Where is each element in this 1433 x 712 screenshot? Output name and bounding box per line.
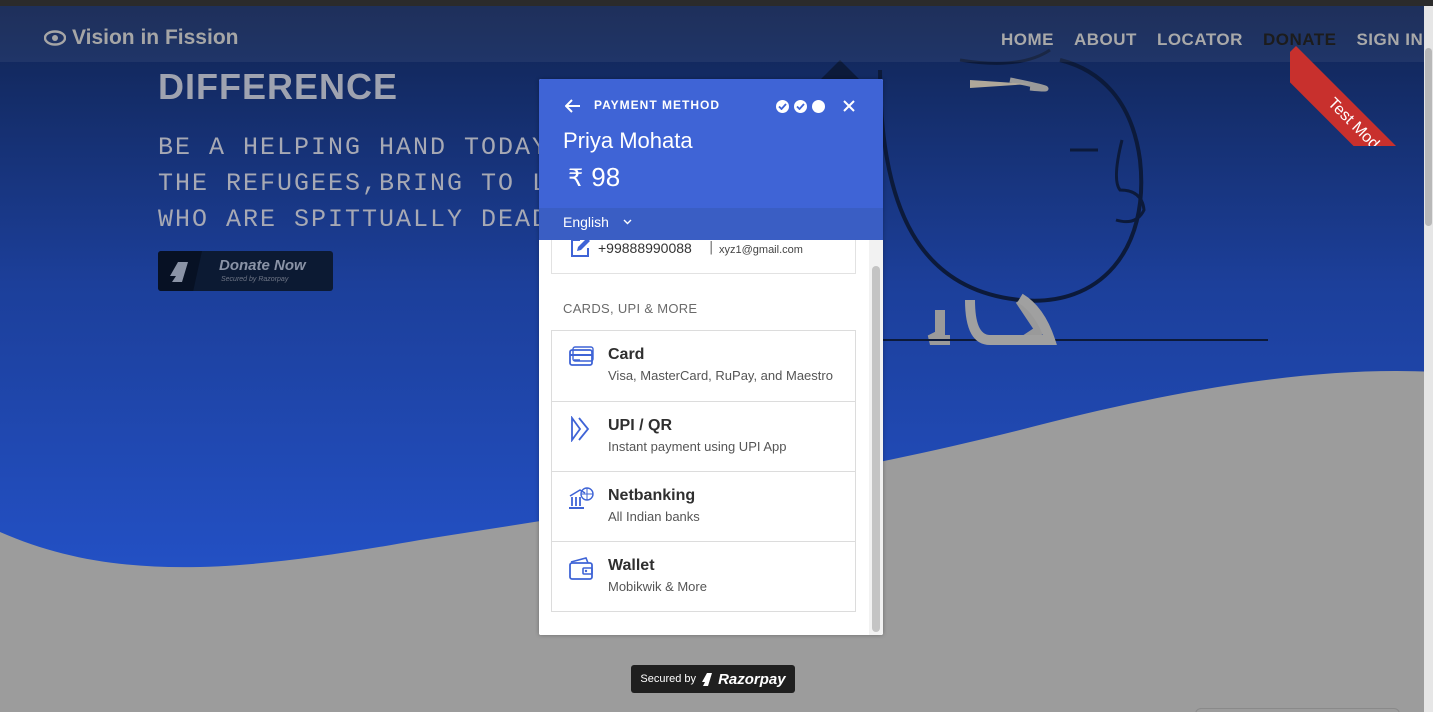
payment-method-netbanking[interactable]: Netbanking All Indian banks <box>552 471 855 541</box>
payment-method-wallet[interactable]: Wallet Mobikwik & More <box>552 541 855 611</box>
page-scrollbar-thumb[interactable] <box>1425 48 1432 226</box>
site-navbar: Vision in Fission HOME ABOUT LOCATOR DON… <box>0 6 1424 62</box>
payment-modal-body: +99888990088 | xyz1@gmail.com CARDS, UPI… <box>539 240 869 635</box>
payment-method-name: Netbanking <box>608 487 696 504</box>
page-scrollbar[interactable] <box>1424 6 1433 712</box>
payment-method-desc: Visa, MasterCard, RuPay, and Maestro <box>608 368 833 383</box>
hero-text: BE A HELPING HAND TODAY.WE THE REFUGEES,… <box>158 133 548 234</box>
merchant-name: Priya Mohata <box>563 128 693 153</box>
upi-icon <box>571 416 590 442</box>
payment-section-title: CARDS, UPI & MORE <box>563 301 698 316</box>
site-brand[interactable]: Vision in Fission <box>44 26 238 50</box>
payment-modal-header: PAYMENT METHOD Priya Mohata ₹98 English <box>539 79 883 240</box>
test-mode-ribbon: Test Mode <box>1290 6 1424 146</box>
modal-scrollbar-thumb[interactable] <box>872 266 880 632</box>
hero-title: DIFFERENCE <box>158 66 399 107</box>
contact-email: xyz1@gmail.com <box>719 244 803 256</box>
payment-method-name: UPI / QR <box>608 417 673 434</box>
donate-button-sublabel: Secured by Razorpay <box>221 276 289 283</box>
step-completed-icon <box>794 100 807 113</box>
razorpay-logo-icon <box>702 672 713 686</box>
contact-phone: +99888990088 <box>598 240 692 256</box>
currency-symbol: ₹ <box>568 165 584 192</box>
test-mode-label: Test Mode <box>1290 46 1424 146</box>
modal-scrollbar[interactable] <box>869 240 883 635</box>
language-label: English <box>563 214 609 230</box>
bank-icon <box>569 487 594 509</box>
bottom-corner-element <box>1195 708 1400 712</box>
payment-header-bar: PAYMENT METHOD <box>539 79 883 131</box>
chevron-down-icon <box>623 219 632 225</box>
progress-steps <box>776 100 825 113</box>
step-completed-icon <box>776 100 789 113</box>
wallet-icon <box>569 557 593 580</box>
secured-by-label: Secured by <box>640 673 697 685</box>
contact-separator: | <box>709 240 714 255</box>
close-icon[interactable] <box>842 99 856 113</box>
eye-icon <box>44 30 66 46</box>
payment-method-upi[interactable]: UPI / QR Instant payment using UPI App <box>552 401 855 471</box>
payment-method-desc: Mobikwik & More <box>608 579 707 594</box>
card-icon <box>569 346 594 366</box>
step-current-icon <box>812 100 825 113</box>
contact-details[interactable]: +99888990088 | xyz1@gmail.com <box>551 240 856 274</box>
nav-about[interactable]: ABOUT <box>1074 30 1137 50</box>
payment-method-name: Card <box>608 346 645 363</box>
payment-method-title: PAYMENT METHOD <box>594 98 721 112</box>
razorpay-logo-icon <box>170 262 188 282</box>
language-bar: English <box>539 208 883 240</box>
language-selector[interactable]: English <box>563 214 632 230</box>
back-arrow-icon[interactable] <box>565 99 581 113</box>
payment-method-desc: All Indian banks <box>608 509 700 524</box>
edit-icon[interactable] <box>569 240 591 259</box>
nav-home[interactable]: HOME <box>1001 30 1054 50</box>
piggy-bank-illustration <box>820 48 1268 345</box>
payment-modal: PAYMENT METHOD Priya Mohata ₹98 English <box>539 79 883 635</box>
payment-methods-list: Card Visa, MasterCard, RuPay, and Maestr… <box>551 330 856 612</box>
payment-method-desc: Instant payment using UPI App <box>608 439 787 454</box>
secured-by-razorpay-badge: Secured by Razorpay <box>631 665 795 693</box>
donate-now-button[interactable]: Donate Now Secured by Razorpay <box>158 251 333 291</box>
razorpay-brand-label: Razorpay <box>718 670 786 688</box>
brand-name: Vision in Fission <box>72 26 239 49</box>
nav-locator[interactable]: LOCATOR <box>1157 30 1243 50</box>
payment-amount: ₹98 <box>568 162 620 193</box>
payment-method-card[interactable]: Card Visa, MasterCard, RuPay, and Maestr… <box>552 331 855 401</box>
donate-button-label: Donate Now <box>219 257 306 274</box>
payment-method-name: Wallet <box>608 557 655 574</box>
amount-value: 98 <box>591 162 621 192</box>
